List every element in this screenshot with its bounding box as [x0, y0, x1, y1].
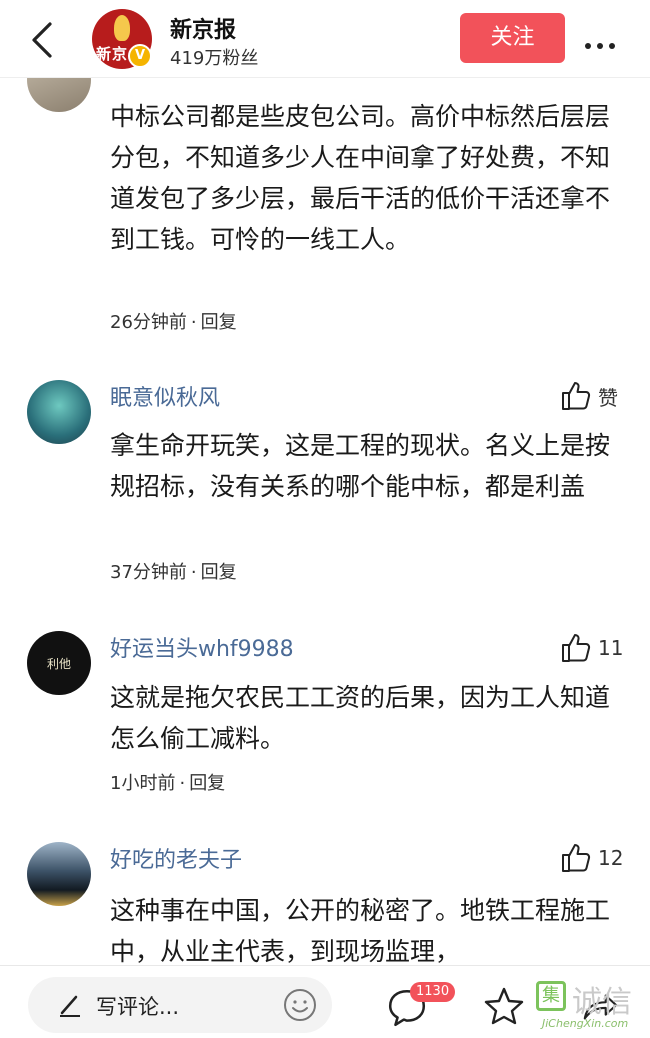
reply-link[interactable]: 回复 [189, 773, 225, 794]
comment-time: 1小时前 [110, 773, 176, 794]
comment-username[interactable]: 好吃的老夫子 [110, 842, 242, 874]
thumb-up-icon [562, 634, 591, 662]
comment-text: 这就是拖欠农民工工资的后果，因为工人知道怎么偷工减料。 [110, 683, 611, 753]
comment-meta: 26分钟前 · 回复 [110, 312, 237, 333]
account-name[interactable]: 新京报 [170, 12, 236, 44]
watermark: 集 诚信 JiChengXin.com [532, 977, 650, 1033]
comment-text: 这种事在中国，公开的秘密了。地铁工程施工中，从业主代表，到现场监理， [110, 896, 611, 966]
header-bar: 新京 V 新京报 419万粉丝 关注 [0, 0, 650, 78]
reply-link[interactable]: 回复 [201, 562, 237, 583]
bottom-action-bar: 写评论... 1130 集 诚信 JiChengXin.com [0, 965, 650, 1038]
like-button[interactable]: 12 [560, 840, 623, 876]
watermark-logo: 集 [536, 981, 566, 1011]
watermark-text: 诚信 [572, 985, 632, 1020]
comment-username[interactable]: 眠意似秋风 [110, 380, 220, 412]
verified-badge-icon: V [128, 44, 152, 68]
thumb-up-icon [562, 382, 591, 410]
emoji-icon[interactable] [282, 987, 318, 1023]
comment-placeholder: 写评论... [96, 995, 180, 1019]
comment-count-badge: 1130 [410, 982, 456, 1002]
star-icon[interactable] [484, 986, 524, 1026]
thumb-up-icon [562, 844, 591, 872]
fans-count: 419万粉丝 [170, 48, 259, 69]
comment-username[interactable]: 好运当头whf9988 [110, 631, 294, 663]
avatar-caption: 利他 [46, 657, 71, 671]
comment-text: 中标公司都是些皮包公司。高价中标然后层层分包，不知道多少人在中间拿了好处费，不知… [110, 102, 611, 254]
more-dots-icon[interactable] [585, 34, 625, 49]
comment-meta: 37分钟前 · 回复 [110, 562, 237, 583]
avatar[interactable] [27, 842, 91, 906]
comment-time: 37分钟前 [110, 562, 187, 583]
like-count: 赞 [598, 385, 618, 410]
comment-text: 拿生命开玩笑，这是工程的现状。名义上是按规招标，没有关系的哪个能中标，都是利盖 [110, 431, 611, 501]
watermark-url: JiChengXin.com [542, 1017, 629, 1030]
like-button[interactable]: 11 [560, 630, 623, 666]
back-arrow-icon[interactable] [28, 20, 60, 60]
pen-icon [60, 995, 80, 1017]
follow-button[interactable]: 关注 [460, 13, 565, 63]
like-button[interactable]: 赞 [560, 378, 618, 414]
like-count: 12 [598, 846, 624, 870]
comment-input[interactable]: 写评论... [28, 977, 332, 1033]
reply-link[interactable]: 回复 [201, 312, 237, 333]
logo-text: 新京 [96, 45, 129, 63]
avatar[interactable] [27, 380, 91, 444]
logo-flame-icon [114, 15, 130, 41]
avatar[interactable]: 利他 [27, 631, 91, 695]
comment-meta: 1小时前 · 回复 [110, 773, 226, 794]
like-count: 11 [598, 636, 624, 660]
comment-time: 26分钟前 [110, 312, 187, 333]
